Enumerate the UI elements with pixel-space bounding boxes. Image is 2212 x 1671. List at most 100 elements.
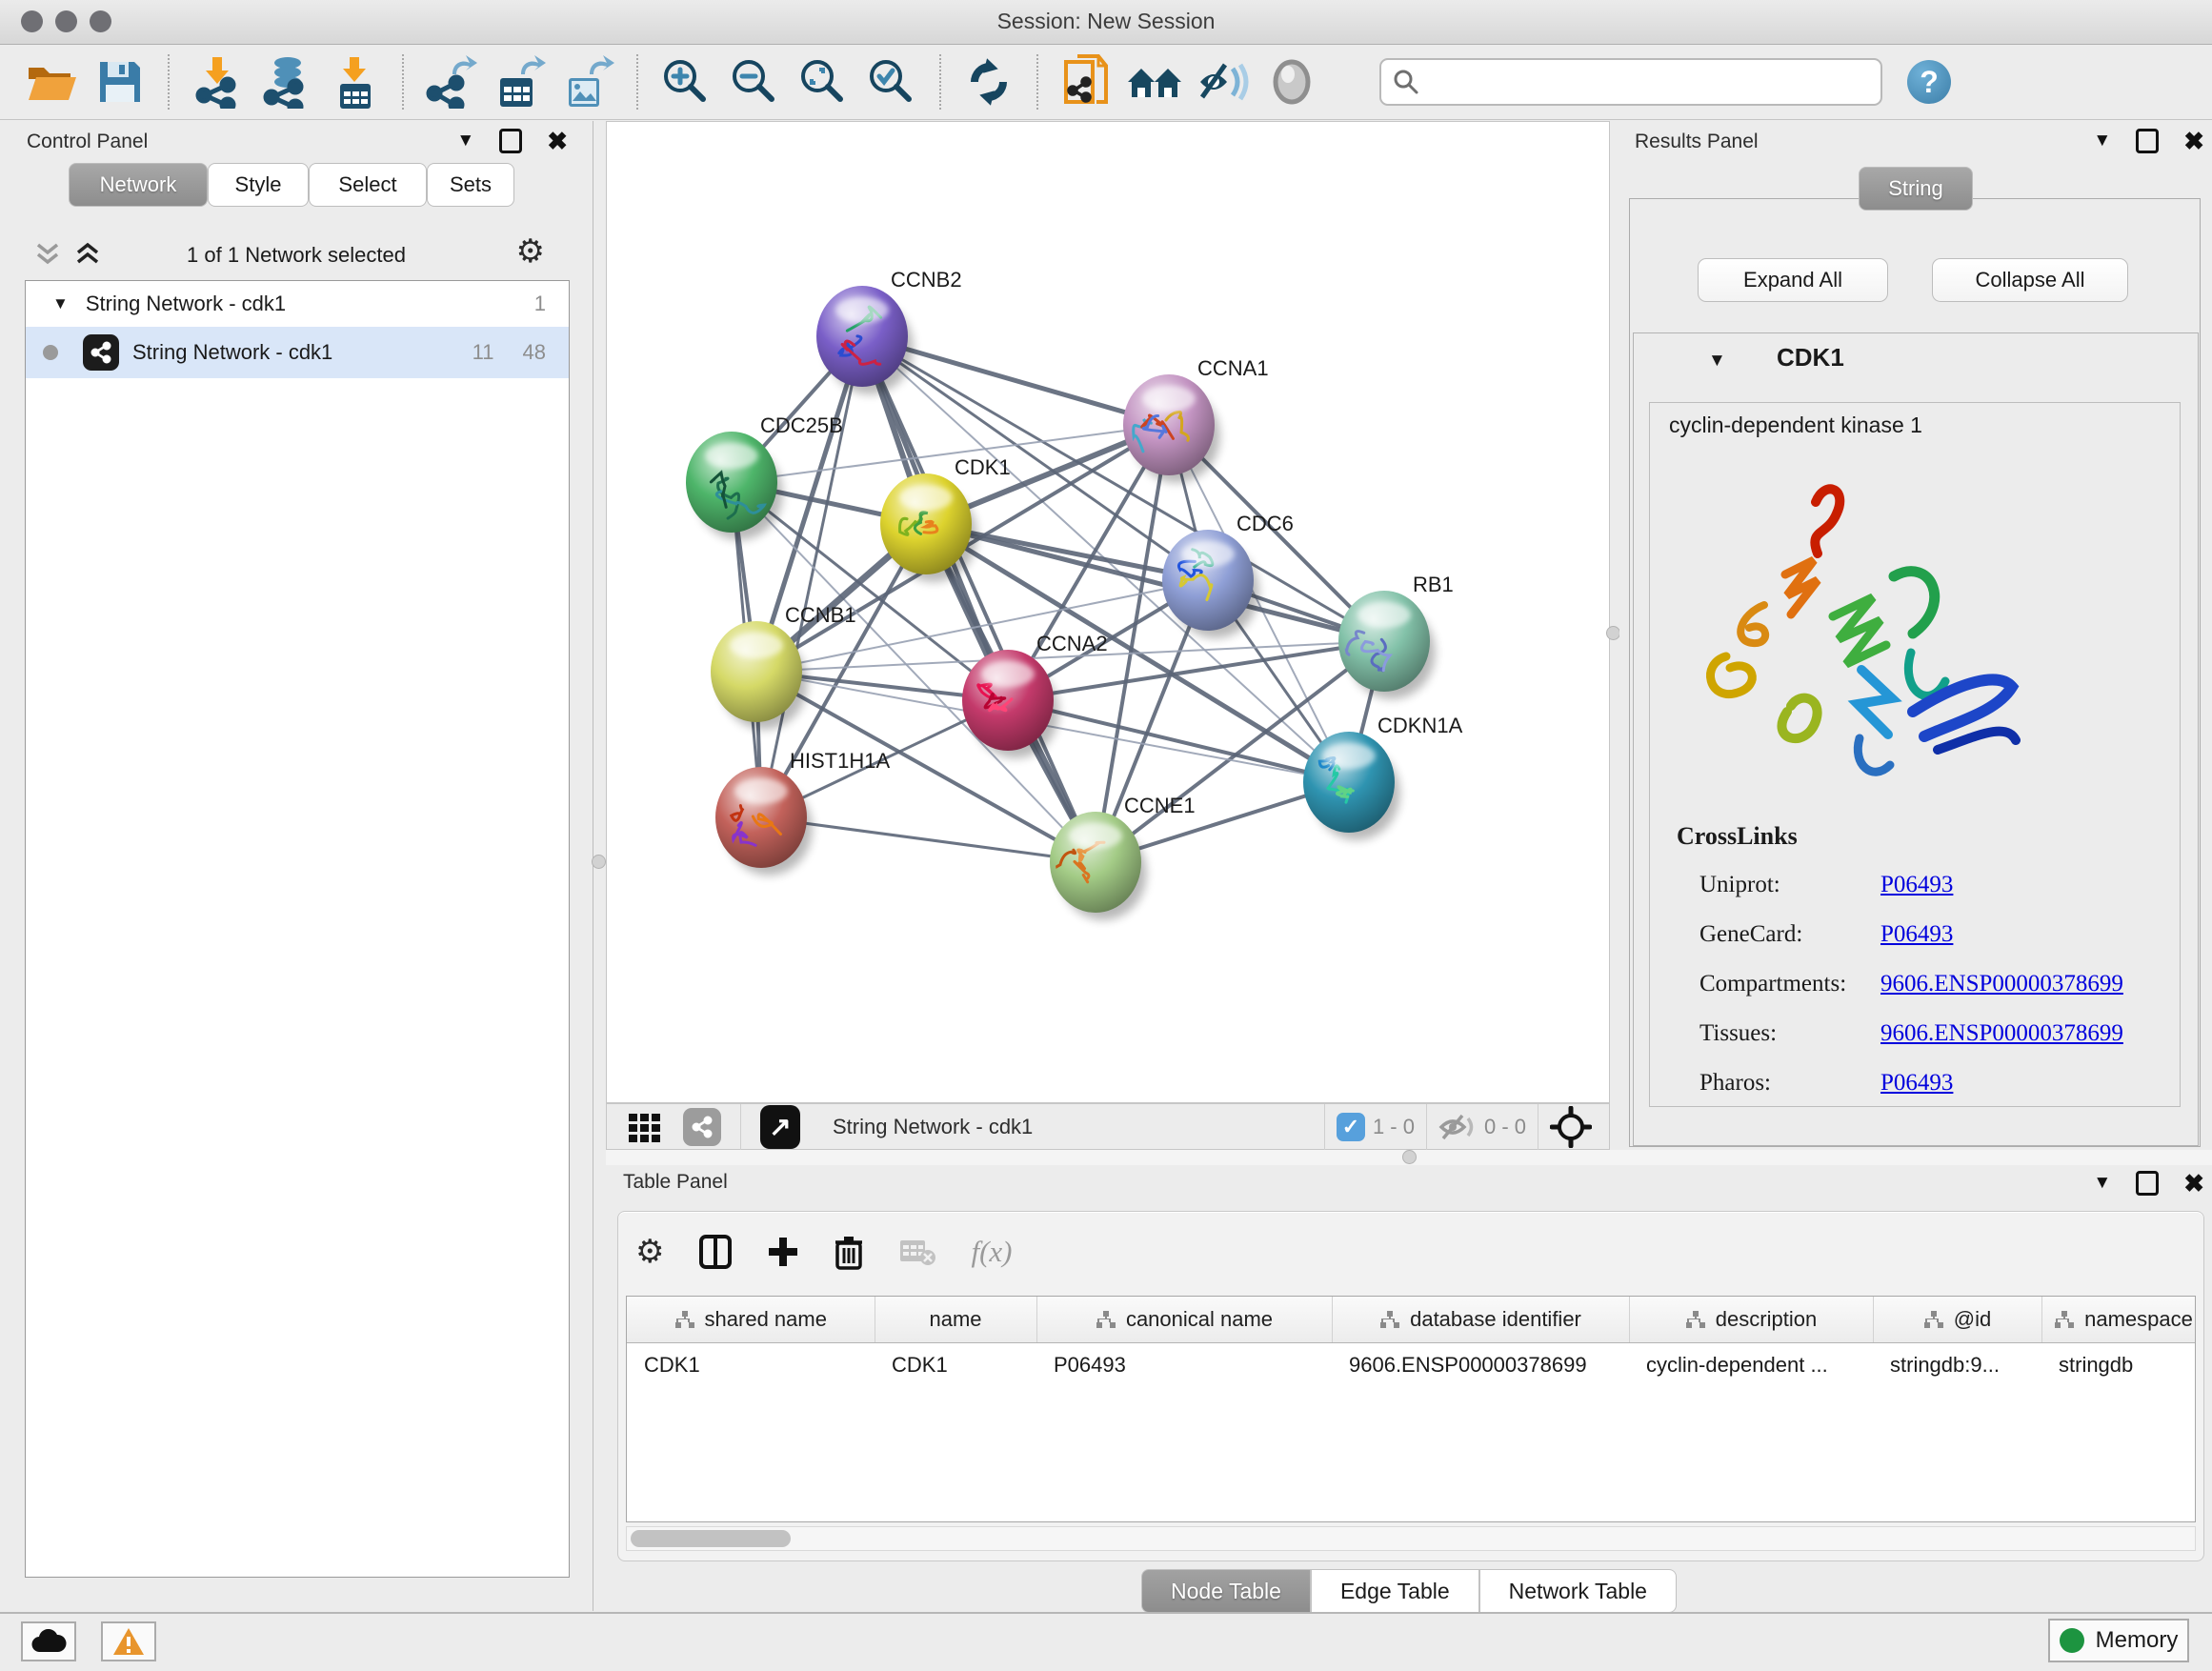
column-header-name[interactable]: name [875,1297,1036,1343]
network-edge-CCNB2-HIST1H1A[interactable] [761,336,862,817]
apply-layout-button[interactable] [959,52,1018,111]
panel-float-menu-icon[interactable]: ▼ [456,131,474,151]
network-edge-CCNB2-CCNE1[interactable] [862,336,1096,862]
panel-close-icon[interactable]: ✖ [2183,1171,2204,1196]
cell-canonical-name[interactable]: P06493 [1036,1343,1332,1388]
network-graph[interactable]: CCNB2CCNA1CDC25BCDK1CDC6RB1CCNB1CCNA2CDK… [607,122,1609,1102]
vertical-splitter-handle[interactable] [592,855,606,869]
network-node-CCNB2[interactable]: CCNB2 [816,268,962,394]
table-horizontal-scrollbar[interactable] [626,1526,2196,1551]
panel-minimize-icon[interactable] [2136,1171,2159,1196]
network-node-RB1[interactable]: RB1 [1337,573,1454,699]
scrollbar-thumb[interactable] [631,1530,791,1547]
cell-database-identifier[interactable]: 9606.ENSP00000378699 [1332,1343,1629,1388]
export-network-button[interactable] [422,52,481,111]
tab-network[interactable]: Network [69,163,208,207]
network-edge-CCNA2-CDKN1A[interactable] [1008,700,1349,782]
tree-expander-icon[interactable]: ▼ [52,294,69,313]
column-header-id[interactable]: @id [1873,1297,2041,1343]
warnings-button[interactable] [101,1621,156,1661]
crosslink-value-link[interactable]: P06493 [1880,921,1953,948]
panel-minimize-icon[interactable] [2136,129,2159,153]
tab-select[interactable]: Select [309,163,427,207]
export-image-button[interactable] [559,52,618,111]
crosslink-value-link[interactable]: 9606.ENSP00000378699 [1880,971,2123,997]
zoom-in-button[interactable] [656,52,715,111]
network-node-HIST1H1A[interactable]: HIST1H1A [715,749,890,876]
column-header-namespace[interactable]: namespace [2041,1297,2196,1343]
protein-expander-icon[interactable]: ▼ [1708,351,1726,372]
help-button[interactable]: ? [1907,60,1951,104]
select-columns-icon[interactable] [698,1234,733,1270]
cell-id[interactable]: stringdb:9... [1873,1343,2041,1388]
network-node-CCNB1[interactable]: CCNB1 [711,603,856,730]
network-panel-gear-icon[interactable]: ⚙ [516,235,545,268]
right-splitter-handle[interactable] [1606,626,1620,640]
tab-sets[interactable]: Sets [427,163,514,207]
tab-style[interactable]: Style [208,163,309,207]
function-builder-icon[interactable]: f(x) [971,1235,1012,1269]
collapse-all-button[interactable]: Collapse All [1932,258,2128,302]
cloud-services-button[interactable] [21,1621,76,1661]
node-label-CDKN1A: CDKN1A [1377,714,1463,737]
zoom-out-button[interactable] [725,52,784,111]
column-header-canonical-name[interactable]: canonical name [1036,1297,1332,1343]
tab-edge-table[interactable]: Edge Table [1311,1569,1479,1613]
column-header-description[interactable]: description [1629,1297,1873,1343]
panel-minimize-icon[interactable] [499,129,522,153]
hide-selected-button[interactable] [1194,52,1253,111]
cell-namespace[interactable]: stringdb [2041,1343,2196,1388]
cell-shared-name[interactable]: CDK1 [627,1343,875,1388]
zoom-fit-button[interactable] [794,52,853,111]
open-in-window-button[interactable]: ↗ [760,1105,800,1149]
crosslink-value-link[interactable]: P06493 [1880,1070,1953,1097]
network-node-CDC6[interactable]: CDC6 [1162,512,1294,638]
column-header-database-identifier[interactable]: database identifier [1332,1297,1629,1343]
export-table-button[interactable] [491,52,550,111]
panel-float-menu-icon[interactable]: ▼ [2093,1173,2111,1194]
network-view-canvas[interactable]: CCNB2CCNA1CDC25BCDK1CDC6RB1CCNB1CCNA2CDK… [606,121,1610,1103]
import-table-button[interactable] [325,52,384,111]
network-collection-row[interactable]: ▼ String Network - cdk1 1 [26,281,569,327]
delete-column-trash-icon[interactable] [834,1234,864,1270]
column-header-shared-name[interactable]: shared name [627,1297,875,1343]
fit-content-crosshair-icon[interactable] [1550,1106,1592,1148]
panel-close-icon[interactable]: ✖ [547,129,568,153]
network-row[interactable]: String Network - cdk1 11 48 [26,327,569,378]
cell-description[interactable]: cyclin-dependent ... [1629,1343,1873,1388]
horizontal-splitter[interactable] [606,1150,2212,1165]
search-input[interactable] [1429,69,1869,95]
string-import-button[interactable] [1056,52,1116,111]
memory-button[interactable]: Memory [2048,1619,2189,1662]
birds-eye-grid-icon[interactable] [628,1110,662,1144]
crosslink-value-link[interactable]: P06493 [1880,872,1953,898]
import-network-button[interactable] [188,52,247,111]
table-row[interactable]: CDK1 CDK1 P06493 9606.ENSP00000378699 cy… [627,1343,2196,1388]
network-node-CCNA1[interactable]: CCNA1 [1123,356,1269,483]
network-node-count: 11 [473,340,494,365]
crosslink-value-link[interactable]: 9606.ENSP00000378699 [1880,1020,2123,1047]
tab-network-table[interactable]: Network Table [1479,1569,1677,1613]
string-style-icon[interactable] [683,1108,721,1146]
panel-float-menu-icon[interactable]: ▼ [2093,131,2111,151]
search-field[interactable] [1379,58,1882,106]
add-column-icon[interactable] [767,1236,799,1268]
expand-all-button[interactable]: Expand All [1698,258,1888,302]
selected-checkbox-icon[interactable]: ✓ [1337,1113,1365,1141]
import-network-from-database-button[interactable] [256,52,315,111]
crosslink-label: Pharos: [1699,1070,1880,1097]
zoom-selected-button[interactable] [862,52,921,111]
show-all-button[interactable] [1262,52,1321,111]
delete-table-icon[interactable] [898,1237,936,1267]
save-session-button[interactable] [90,52,150,111]
first-neighbors-button[interactable] [1125,52,1184,111]
table-gear-icon[interactable]: ⚙ [635,1236,664,1268]
column-type-icon [1923,1310,1944,1329]
cell-name[interactable]: CDK1 [875,1343,1036,1388]
open-session-button[interactable] [22,52,81,111]
tab-string-results[interactable]: String [1859,167,1973,211]
panel-close-icon[interactable]: ✖ [2183,129,2204,153]
horizontal-splitter-handle[interactable] [1402,1150,1417,1164]
network-node-CDKN1A[interactable]: CDKN1A [1303,714,1463,840]
tab-node-table[interactable]: Node Table [1141,1569,1311,1613]
